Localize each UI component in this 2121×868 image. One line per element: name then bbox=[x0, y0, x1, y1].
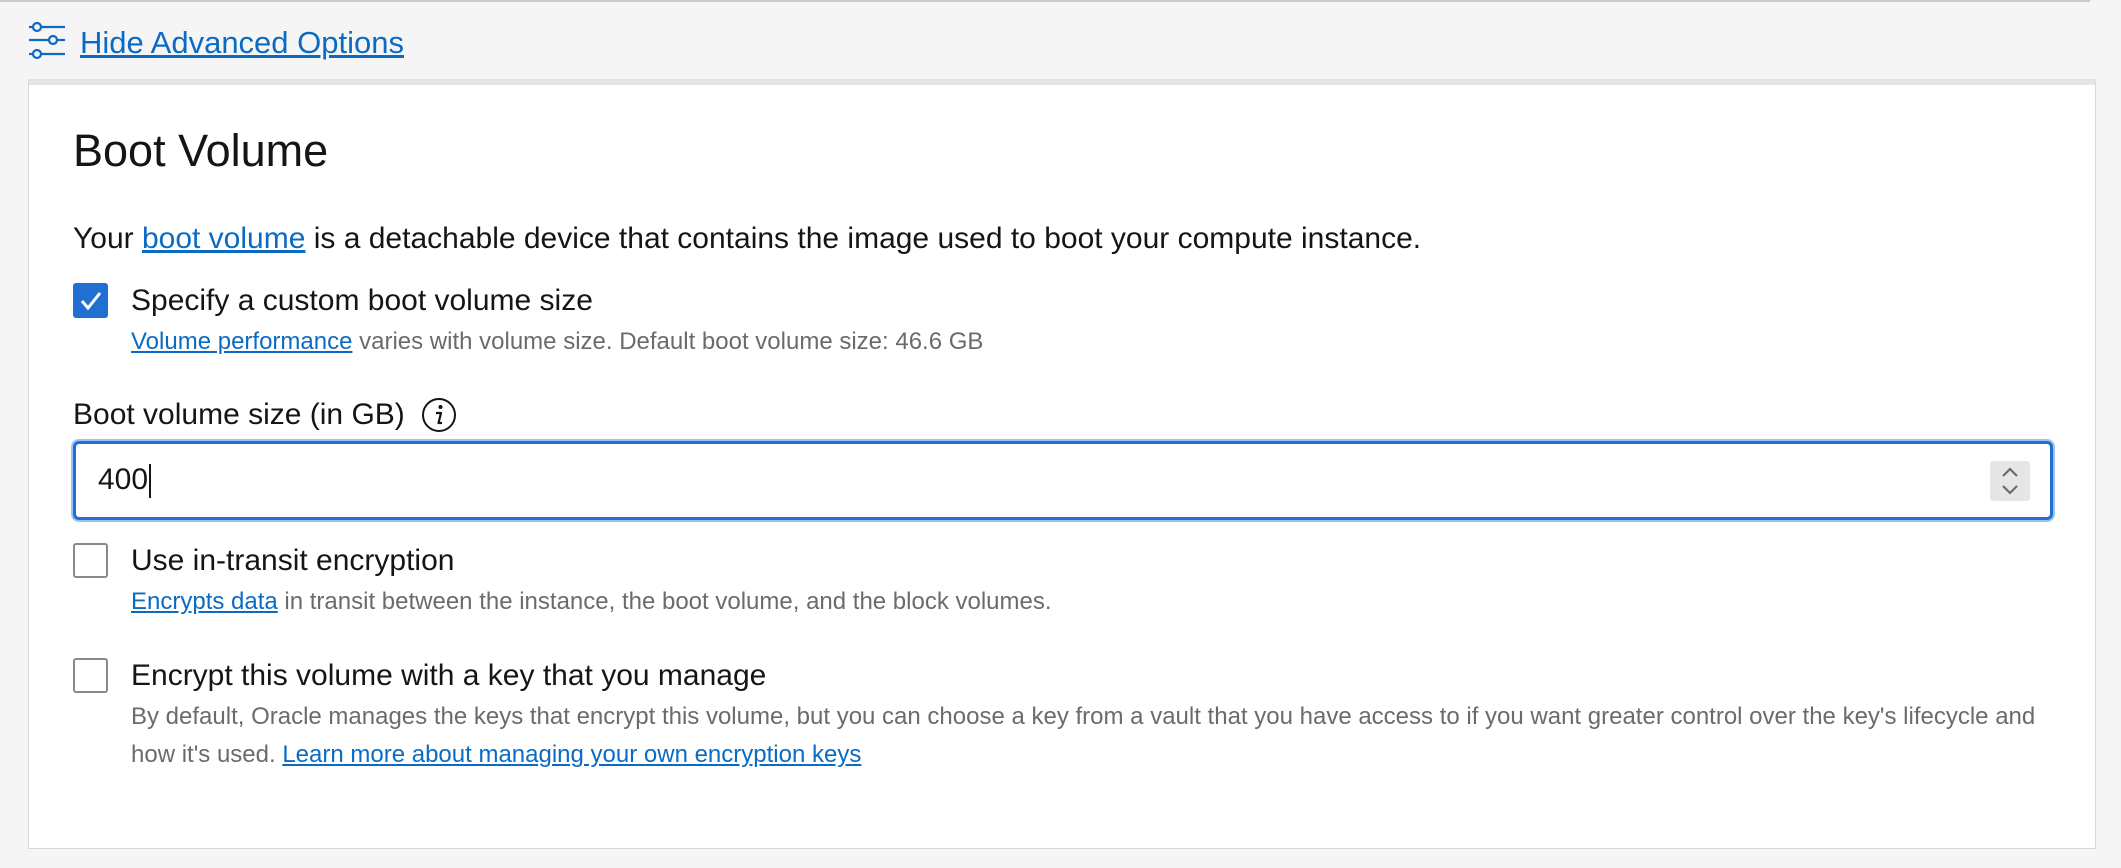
in-transit-label: Use in-transit encryption bbox=[131, 543, 455, 577]
top-divider bbox=[0, 0, 2090, 2]
encrypts-data-link[interactable]: Encrypts data bbox=[131, 588, 278, 615]
custom-size-checkbox[interactable] bbox=[73, 283, 108, 318]
stepper-arrows-icon bbox=[2002, 467, 2018, 495]
info-icon[interactable] bbox=[421, 397, 457, 433]
boot-volume-size-label-text: Boot volume size (in GB) bbox=[73, 398, 405, 431]
boot-volume-size-label: Boot volume size (in GB) bbox=[73, 397, 457, 433]
own-key-help-line2: how it's used. Learn more about managing… bbox=[131, 736, 2091, 774]
own-key-help: By default, Oracle manages the keys that… bbox=[131, 698, 2091, 774]
custom-size-row: Specify a custom boot volume size bbox=[73, 283, 593, 318]
own-key-label: Encrypt this volume with a key that you … bbox=[131, 658, 767, 692]
number-stepper[interactable] bbox=[1990, 461, 2030, 501]
section-title: Boot Volume bbox=[73, 125, 329, 176]
own-key-encryption-checkbox[interactable] bbox=[73, 658, 108, 693]
boot-volume-size-value[interactable]: 400 bbox=[98, 462, 152, 499]
boot-volume-link[interactable]: boot volume bbox=[142, 222, 305, 255]
in-transit-encryption-checkbox[interactable] bbox=[73, 543, 108, 578]
boot-volume-description: Your boot volume is a detachable device … bbox=[73, 222, 1421, 256]
volume-performance-link[interactable]: Volume performance bbox=[131, 328, 352, 355]
custom-size-help-text: varies with volume size. Default boot vo… bbox=[352, 328, 984, 355]
in-transit-help: Encrypts data in transit between the ins… bbox=[131, 583, 1052, 621]
own-key-help-line2-text: how it's used. bbox=[131, 741, 283, 768]
description-prefix: Your bbox=[73, 222, 142, 255]
learn-more-encryption-keys-link[interactable]: Learn more about managing your own encry… bbox=[282, 741, 861, 768]
input-value-text: 400 bbox=[98, 462, 149, 496]
boot-volume-card: Boot Volume Your boot volume is a detach… bbox=[28, 79, 2096, 849]
description-suffix: is a detachable device that contains the… bbox=[305, 222, 1422, 255]
in-transit-row: Use in-transit encryption bbox=[73, 543, 454, 578]
hide-advanced-options-link[interactable]: Hide Advanced Options bbox=[80, 25, 404, 61]
sliders-icon bbox=[27, 21, 67, 66]
hide-advanced-options-toggle[interactable]: Hide Advanced Options bbox=[27, 21, 404, 66]
in-transit-help-text: in transit between the instance, the boo… bbox=[277, 588, 1052, 615]
checkmark-icon bbox=[80, 291, 101, 310]
text-caret bbox=[149, 464, 152, 499]
boot-volume-size-input[interactable]: 400 bbox=[73, 441, 2053, 520]
own-key-help-line1: By default, Oracle manages the keys that… bbox=[131, 703, 2036, 730]
custom-size-label: Specify a custom boot volume size bbox=[131, 283, 593, 317]
own-key-row: Encrypt this volume with a key that you … bbox=[73, 658, 766, 693]
custom-size-help: Volume performance varies with volume si… bbox=[131, 323, 983, 361]
